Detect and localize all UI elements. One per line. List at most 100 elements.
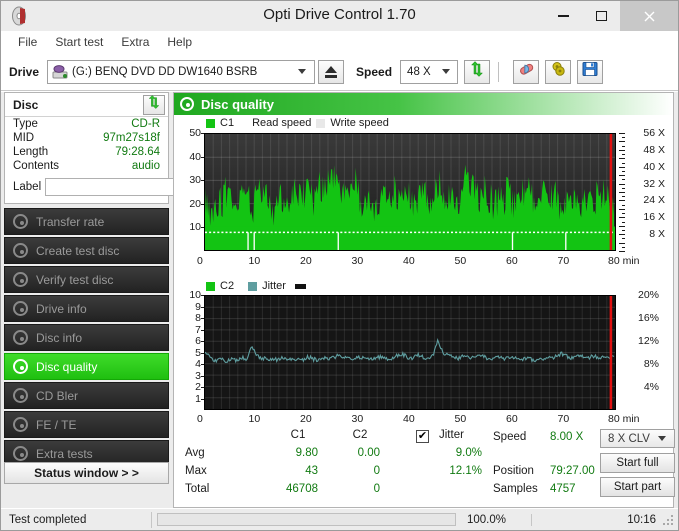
c2-legend: C2 Jitter — [206, 280, 306, 292]
stat-total-c2: 0 — [320, 483, 380, 495]
disc-quality-panel: Disc quality C1 Read speed Write speed 1… — [173, 92, 674, 508]
jitter-checkbox[interactable]: ✔ — [416, 430, 429, 443]
sidebar-item-disc-quality[interactable]: Disc quality — [4, 353, 169, 380]
c1-y2-minor-tick — [622, 238, 625, 239]
menu-start-test[interactable]: Start test — [46, 33, 112, 51]
refresh-button[interactable] — [464, 60, 490, 84]
status-text: Test completed — [1, 514, 151, 526]
c1-y2-minor-tick — [622, 230, 625, 231]
c1-y2-minor-tick — [622, 171, 625, 172]
sidebar-item-drive-info[interactable]: Drive info — [4, 295, 169, 322]
save-button[interactable] — [577, 60, 603, 84]
c1-y2-minor-tick — [619, 226, 625, 227]
floppy-save-icon — [582, 61, 598, 82]
sidebar-item-label: Disc quality — [36, 360, 97, 374]
c2-ytick-6: 6 — [174, 335, 201, 347]
c1-y2-minor-tick — [619, 184, 625, 185]
sidebar-item-label: Disc info — [36, 331, 82, 345]
info-label-speed: Speed — [493, 431, 526, 443]
bitsetting-icon — [550, 61, 567, 82]
c1-y2tick-32X: 32 X — [643, 178, 665, 190]
sidebar-item-label: Drive info — [36, 302, 87, 316]
drive-select[interactable]: (G:) BENQ DVD DD DW1640 BSRB — [47, 60, 315, 84]
sidebar-item-create-test-disc[interactable]: Create test disc — [4, 237, 169, 264]
c2-ytick-3: 3 — [174, 370, 201, 382]
c1-y2-minor-tick — [622, 205, 625, 206]
c2-ytick-mark — [201, 318, 204, 319]
c2-ytick-9: 9 — [174, 301, 201, 313]
c1-xtick-70: 70 — [558, 255, 570, 267]
disc-panel-header: Disc — [5, 93, 168, 117]
c1-y2-minor-tick — [619, 209, 625, 210]
disc-key-type: Type — [13, 118, 38, 130]
sidebar-item-label: FE / TE — [36, 418, 76, 432]
c1-plot-area — [204, 133, 616, 251]
legend-label-write-speed: Write speed — [330, 117, 389, 129]
disc-refresh-button[interactable] — [143, 95, 165, 115]
sidebar-item-fe-te[interactable]: FE / TE — [4, 411, 169, 438]
c1-ytick-10: 10 — [174, 221, 201, 233]
stat-max-jitter: 12.1% — [416, 465, 482, 477]
info-label-position: Position — [493, 465, 534, 477]
eject-icon — [325, 66, 337, 78]
refresh-arrows-icon — [469, 61, 485, 82]
minimize-button[interactable] — [544, 1, 582, 31]
c1-ytick-40: 40 — [174, 151, 201, 163]
stat-row-label-total: Total — [185, 483, 209, 495]
c1-xtick-0: 0 — [197, 255, 203, 267]
bitsetting-button[interactable] — [545, 60, 571, 84]
title-bar: Opti Drive Control 1.70 — [1, 1, 678, 31]
c1-ytick-mark — [201, 227, 204, 228]
maximize-button[interactable] — [582, 1, 620, 31]
stat-header-c2: C2 — [340, 429, 380, 441]
legend-label-c1: C1 — [220, 117, 234, 129]
chevron-down-icon — [298, 69, 306, 74]
legend-swatch-marker — [295, 284, 306, 289]
sidebar-item-label: Extra tests — [36, 447, 93, 461]
close-button[interactable] — [620, 1, 678, 31]
c2-ytick-7: 7 — [174, 324, 201, 336]
menu-bar: File Start test Extra Help — [1, 31, 678, 53]
start-full-button[interactable]: Start full — [600, 453, 675, 473]
stat-avg-c2: 0.00 — [320, 447, 380, 459]
c1-xtick-30: 30 — [352, 255, 364, 267]
c2-ytick-mark — [201, 295, 204, 296]
start-part-button[interactable]: Start part — [600, 477, 675, 497]
sidebar-item-cd-bler[interactable]: CD Bler — [4, 382, 169, 409]
c1-y2-minor-tick — [619, 217, 625, 218]
sidebar-item-transfer-rate[interactable]: Transfer rate — [4, 208, 169, 235]
c1-ytick-20: 20 — [174, 198, 201, 210]
stat-row-label-max: Max — [185, 465, 207, 477]
c2-y2tick-12pct: 12% — [638, 335, 659, 347]
c2-ytick-4: 4 — [174, 358, 201, 370]
erase-button[interactable] — [513, 60, 539, 84]
chevron-down-icon — [658, 436, 666, 441]
disc-icon — [13, 301, 28, 316]
menu-help[interactable]: Help — [158, 33, 201, 51]
c2-xtick-40: 40 — [403, 413, 415, 425]
disc-row-contents: Contents audio — [5, 159, 168, 173]
c2-xtick-80: 80 min — [608, 413, 640, 425]
disc-icon — [13, 359, 28, 374]
c1-series-svg — [205, 134, 615, 250]
disc-row-type: Type CD-R — [5, 117, 168, 131]
c1-y2-minor-tick — [619, 141, 625, 142]
c2-xtick-60: 60 — [506, 413, 518, 425]
c1-y2-minor-tick — [619, 251, 625, 252]
status-window-button[interactable]: Status window > > — [4, 462, 169, 484]
sidebar-item-disc-info[interactable]: Disc info — [4, 324, 169, 351]
disc-value-mid: 97m27s18f — [103, 132, 160, 144]
chevron-down-icon — [442, 69, 450, 74]
menu-file[interactable]: File — [9, 33, 46, 51]
disc-icon — [180, 97, 194, 111]
menu-extra[interactable]: Extra — [112, 33, 158, 51]
toolbar: Drive (G:) BENQ DVD DD DW1640 BSRB Speed… — [1, 53, 678, 91]
speed-select[interactable]: 48 X — [400, 60, 458, 84]
write-strategy-select[interactable]: 8 X CLV — [600, 429, 675, 448]
c1-y2tick-16X: 16 X — [643, 211, 665, 223]
eject-button[interactable] — [318, 60, 344, 84]
c1-xtick-50: 50 — [455, 255, 467, 267]
sidebar-item-verify-test-disc[interactable]: Verify test disc — [4, 266, 169, 293]
resize-grip-icon[interactable] — [663, 515, 675, 527]
disc-value-contents: audio — [132, 160, 160, 172]
